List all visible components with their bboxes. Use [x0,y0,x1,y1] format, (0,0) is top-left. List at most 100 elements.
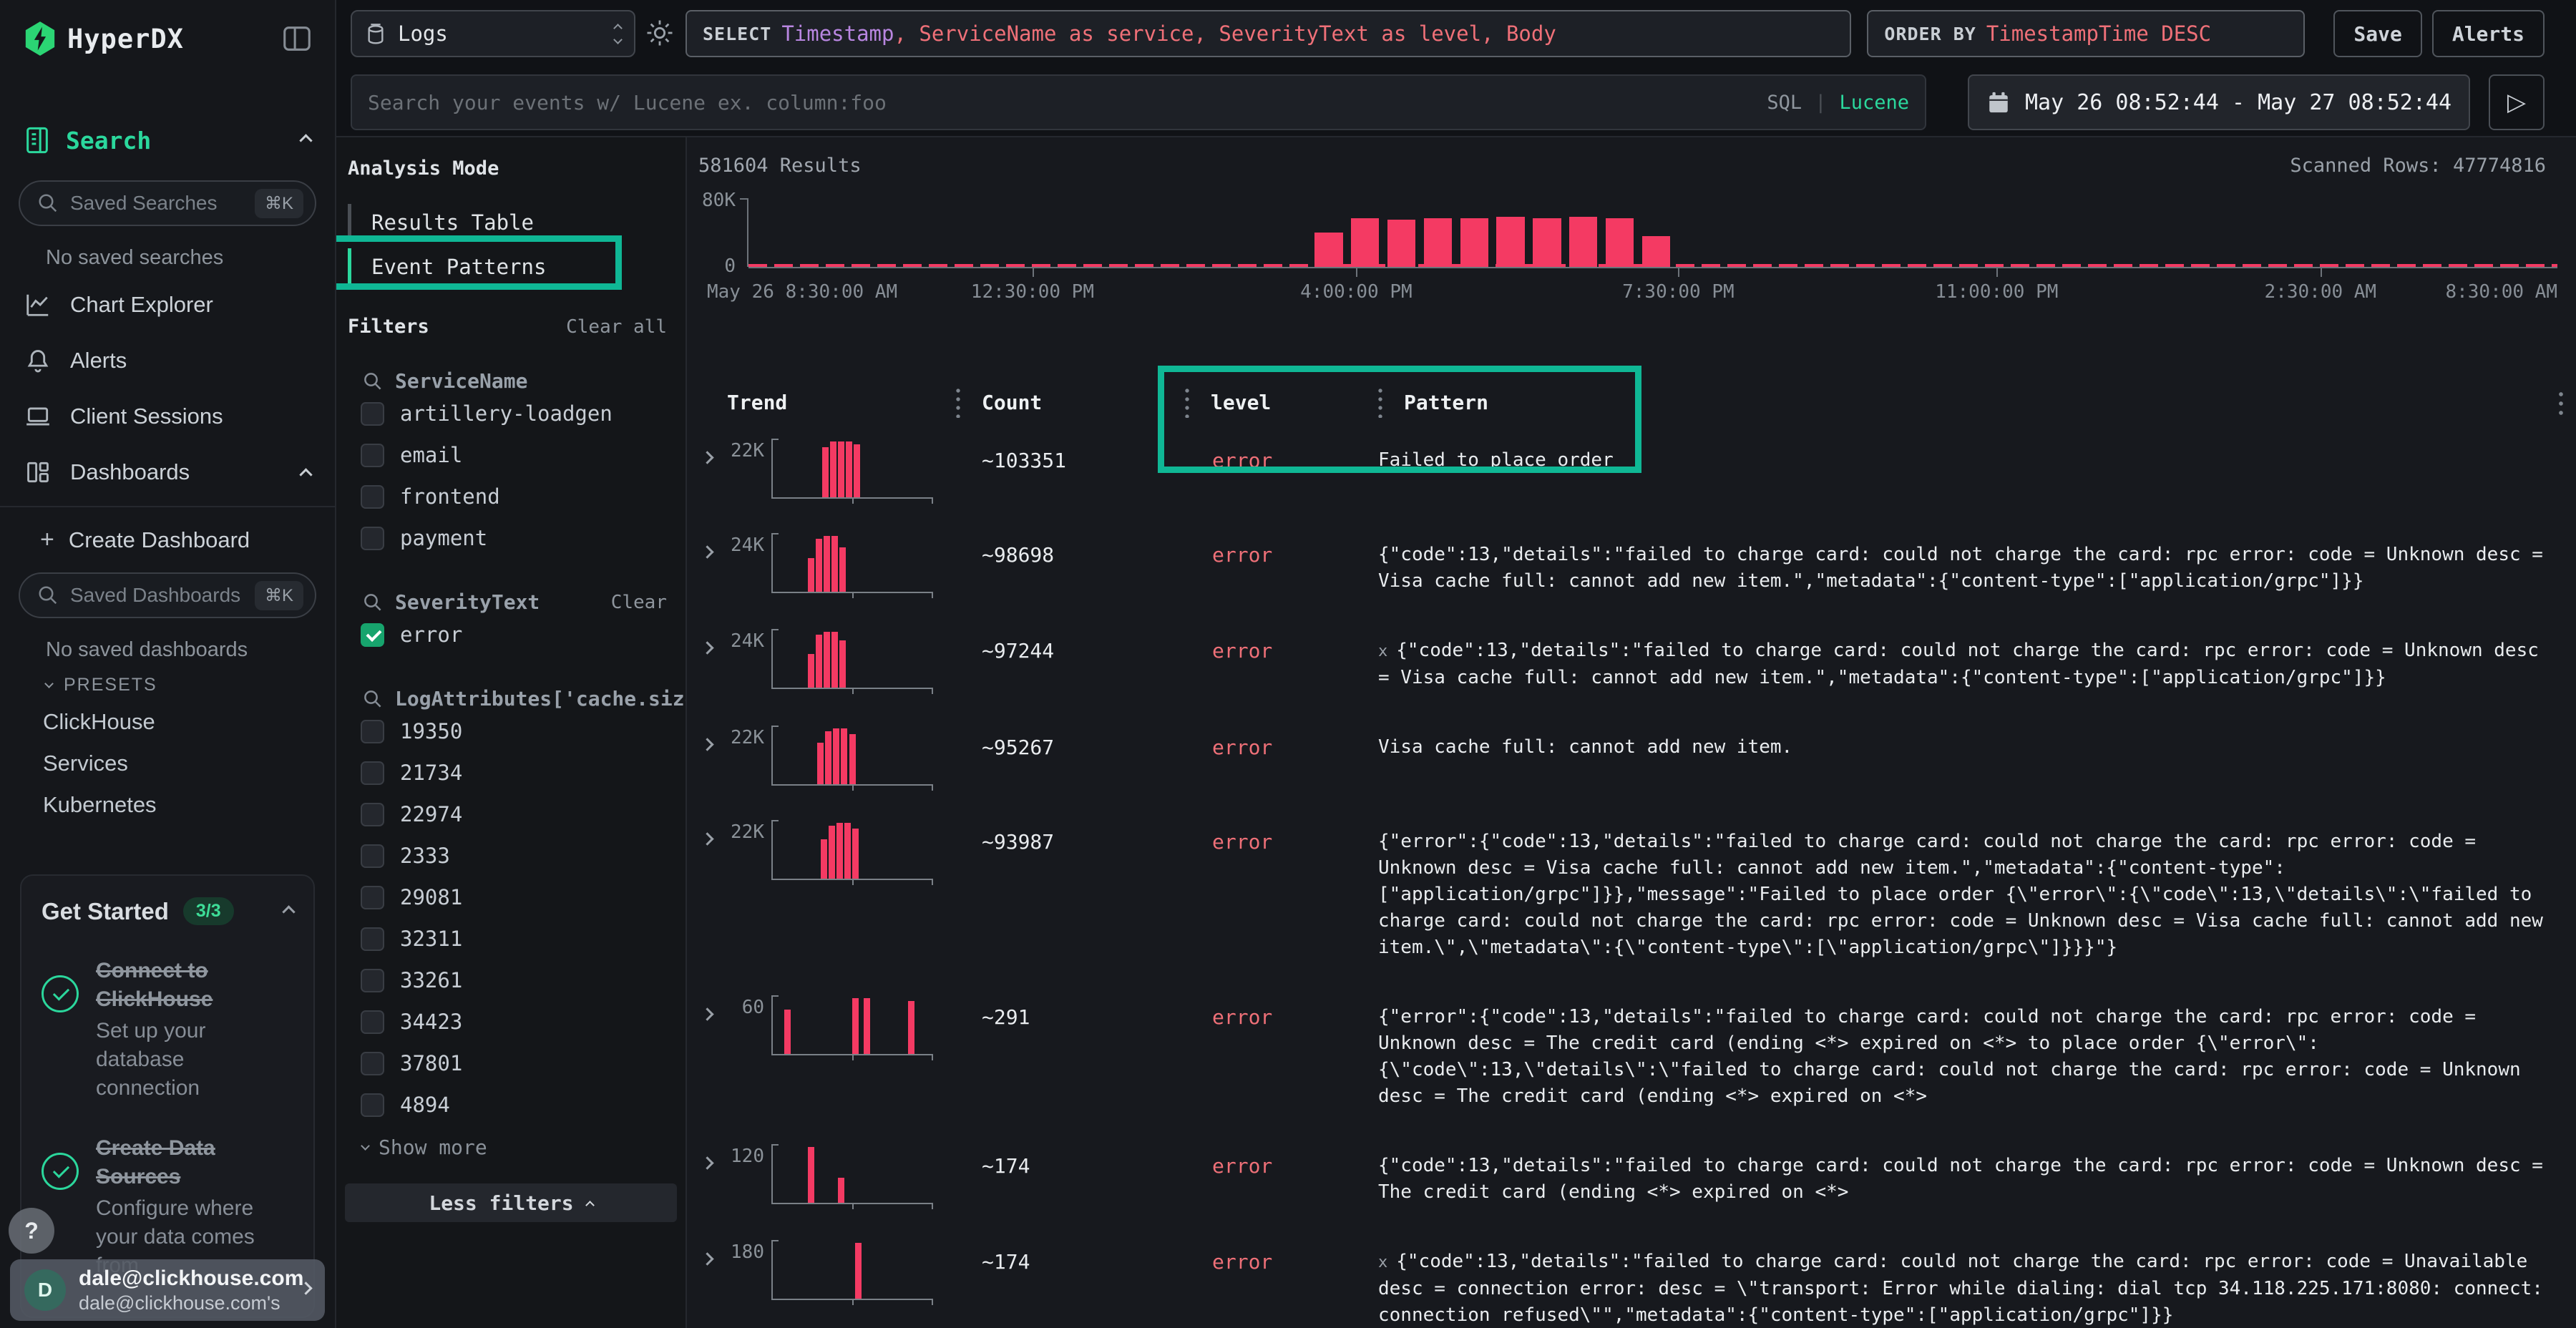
expand-chevron-icon[interactable] [698,990,727,1022]
show-more-button[interactable]: Show more [336,1126,686,1159]
checkbox[interactable] [361,1093,384,1117]
help-button[interactable]: ? [9,1208,54,1254]
chevron-up-icon[interactable] [301,459,311,485]
clear-all-filters-button[interactable]: Clear all [566,316,667,338]
filter-option[interactable]: 33261 [336,960,686,1001]
filter-option[interactable]: 29081 [336,877,686,918]
header-count[interactable]: Count [956,386,1185,418]
saved-searches-input[interactable]: Saved Searches ⌘K [19,180,316,226]
presets-toggle[interactable]: PRESETS [0,663,335,701]
expand-chevron-icon[interactable] [698,1138,727,1171]
create-dashboard-button[interactable]: + Create Dashboard [0,507,335,565]
table-row[interactable]: 22K ~93987 error {"error":{"code":13,"de… [698,804,2562,980]
drag-handle-icon[interactable] [1378,386,1382,418]
checkbox[interactable] [361,1010,384,1034]
table-row[interactable]: 22K ~95267 error Visa cache full: cannot… [698,710,2562,804]
filter-option[interactable]: 37801 [336,1043,686,1084]
expand-chevron-icon[interactable] [698,1234,727,1266]
event-search-input[interactable] [368,91,1754,114]
checkbox[interactable] [361,969,384,992]
save-button[interactable]: Save [2333,10,2421,57]
clear-filter-button[interactable]: Clear [611,592,667,613]
filter-option[interactable]: 2333 [336,835,686,877]
table-row[interactable]: 60 ~291 error {"error":{"code":13,"detai… [698,980,2562,1128]
run-query-button[interactable]: ▷ [2489,74,2545,130]
filter-option[interactable]: artillery-loadgen [336,393,686,434]
checkbox[interactable] [361,844,384,868]
checkbox[interactable] [361,927,384,951]
checkbox[interactable] [361,485,384,509]
filter-option[interactable]: email [336,434,686,476]
histogram-bar[interactable] [1460,218,1488,267]
preset-services[interactable]: Services [0,743,335,784]
chevron-up-icon[interactable] [301,132,311,149]
histogram-bar[interactable] [1424,218,1452,267]
source-settings-gear-icon[interactable] [645,19,675,49]
table-row[interactable]: 24K ~97244 error x{"code":13,"details":"… [698,613,2562,710]
saved-dashboards-input[interactable]: Saved Dashboards ⌘K [19,572,316,618]
get-started-item[interactable]: Create Data SourcesConfigure where your … [42,1134,293,1280]
header-trend[interactable]: Trend [727,391,956,414]
histogram-bar[interactable] [1642,236,1670,267]
histogram-bar[interactable] [1606,218,1634,267]
expand-chevron-icon[interactable] [698,814,727,846]
checkbox[interactable] [361,402,384,426]
checkbox-checked[interactable] [361,623,384,647]
sql-mode-toggle[interactable]: SQL [1767,92,1802,114]
expand-chevron-icon[interactable] [698,433,727,465]
histogram-bar[interactable] [1496,217,1524,267]
source-select[interactable]: Logs [351,10,635,57]
sidebar-collapse-icon[interactable] [280,22,313,55]
collapse-x-icon[interactable]: x [1378,1254,1387,1271]
histogram-bar[interactable] [1569,217,1597,267]
checkbox[interactable] [361,720,384,743]
filter-option[interactable]: 4894 [336,1084,686,1126]
search-icon[interactable] [362,371,384,392]
date-range-picker[interactable]: May 26 08:52:44 - May 27 08:52:44 [1968,74,2470,130]
orderby-input[interactable]: ORDER BY TimestampTime DESC [1867,10,2305,57]
header-pattern[interactable]: Pattern [1378,386,2562,418]
table-row[interactable]: 180 ~174 error x{"code":13,"details":"fa… [698,1224,2562,1328]
checkbox[interactable] [361,886,384,909]
expand-chevron-icon[interactable] [698,623,727,655]
histogram-bar[interactable] [1351,218,1379,267]
expand-chevron-icon[interactable] [698,720,727,752]
table-row[interactable]: 120 ~174 error {"code":13,"details":"fai… [698,1128,2562,1224]
drag-handle-icon[interactable] [1185,386,1189,418]
lucene-mode-toggle[interactable]: Lucene [1839,92,1909,114]
filter-option[interactable]: 32311 [336,918,686,960]
histogram-bar[interactable] [1533,218,1561,267]
sidebar-item-chart-explorer[interactable]: Chart Explorer [0,277,335,333]
search-icon[interactable] [362,592,384,613]
get-started-item[interactable]: Connect to ClickHouseSet up your databas… [42,957,293,1103]
mode-event-patterns[interactable]: Event Patterns [336,248,686,285]
filter-option[interactable]: payment [336,517,686,559]
sidebar-item-search[interactable]: Search [0,107,335,173]
drag-handle-icon[interactable] [956,386,960,418]
checkbox[interactable] [361,803,384,826]
user-menu[interactable]: D dale@clickhouse.com dale@clickhouse.co… [10,1259,325,1321]
header-level[interactable]: level [1185,386,1378,418]
sidebar-item-dashboards[interactable]: Dashboards [0,444,335,500]
mode-results-table[interactable]: Results Table [336,204,686,241]
preset-clickhouse[interactable]: ClickHouse [0,701,335,743]
filter-option[interactable]: frontend [336,476,686,517]
checkbox[interactable] [361,527,384,550]
checkbox[interactable] [361,1052,384,1075]
filter-option[interactable]: error [336,614,686,655]
table-row[interactable]: 22K ~103351 error Failed to place order [698,423,2562,517]
checkbox[interactable] [361,444,384,467]
expand-chevron-icon[interactable] [698,527,727,560]
alerts-button[interactable]: Alerts [2432,10,2545,57]
less-filters-button[interactable]: Less filters [345,1183,677,1222]
filter-option[interactable]: 34423 [336,1001,686,1043]
sidebar-item-alerts[interactable]: Alerts [0,333,335,389]
select-query-input[interactable]: SELECT Timestamp, ServiceName as service… [686,10,1851,57]
filter-option[interactable]: 19350 [336,711,686,752]
table-options-kebab-icon[interactable] [2559,390,2563,416]
preset-kubernetes[interactable]: Kubernetes [0,784,335,826]
results-histogram[interactable]: 80K 0 May 26 8:30:00 AM12:30:00 PM4:00:0… [748,198,2557,267]
checkbox[interactable] [361,761,384,785]
histogram-bar[interactable] [1387,220,1415,267]
search-icon[interactable] [362,688,384,710]
